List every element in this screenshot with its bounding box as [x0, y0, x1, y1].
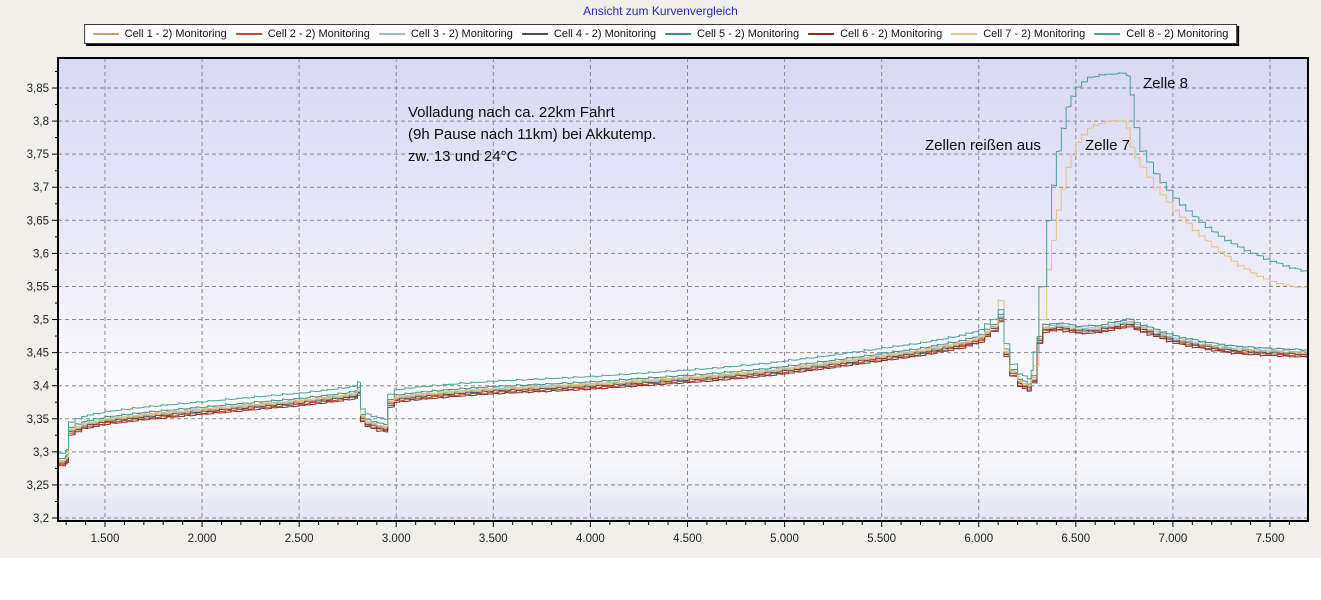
- annotation-5: Zelle 7: [1085, 137, 1130, 154]
- x-axis-tick-label: 7.500: [1256, 533, 1285, 545]
- page: Ansicht zum Kurvenvergleich Cell 1 - 2) …: [0, 0, 1321, 600]
- y-axis-tick-label: 3,8: [33, 116, 49, 128]
- y-axis-tick-label: 3,35: [27, 414, 49, 426]
- x-axis-tick-label: 2.000: [188, 533, 217, 545]
- chart-panel: Ansicht zum Kurvenvergleich Cell 1 - 2) …: [0, 0, 1321, 558]
- y-axis-tick-label: 3,75: [27, 149, 49, 161]
- annotation-4: Zellen reißen aus: [925, 137, 1041, 154]
- annotation-6: Zelle 8: [1143, 75, 1188, 92]
- x-axis-tick-label: 6.500: [1061, 533, 1090, 545]
- y-axis-tick-label: 3,85: [27, 83, 49, 95]
- y-axis-tick-label: 3,5: [33, 315, 49, 327]
- x-axis-tick-label: 1.500: [91, 533, 120, 545]
- annotation-2: (9h Pause nach 11km) bei Akkutemp.: [408, 126, 656, 143]
- annotation-3: zw. 13 und 24°C: [408, 148, 517, 165]
- x-axis-tick-label: 5.000: [770, 533, 799, 545]
- y-axis-tick-label: 3,65: [27, 215, 49, 227]
- y-axis-tick-label: 3,55: [27, 281, 49, 293]
- x-axis-tick-label: 4.500: [673, 533, 702, 545]
- annotation-1: Volladung nach ca. 22km Fahrt: [408, 104, 615, 121]
- x-axis-tick-label: 2.500: [285, 533, 314, 545]
- y-axis-tick-label: 3,6: [33, 248, 49, 260]
- x-axis-tick-label: 3.000: [382, 533, 411, 545]
- x-axis-tick-label: 7.000: [1159, 533, 1188, 545]
- y-axis-tick-label: 3,25: [27, 480, 49, 492]
- y-axis-tick-label: 3,4: [33, 381, 50, 393]
- x-axis-tick-label: 5.500: [867, 533, 896, 545]
- y-axis-tick-label: 3,45: [27, 348, 49, 360]
- x-axis-tick-label: 6.000: [964, 533, 993, 545]
- x-axis-tick-label: 4.000: [576, 533, 605, 545]
- y-axis-tick-label: 3,7: [33, 182, 49, 194]
- y-axis-tick-label: 3,2: [33, 513, 49, 525]
- x-axis-tick-label: 3.500: [479, 533, 508, 545]
- y-axis-tick-label: 3,3: [33, 447, 49, 459]
- line-chart: 1.500 2.000 2.500 3.000 3.500 4.000 4.500 5.000…: [0, 0, 1321, 600]
